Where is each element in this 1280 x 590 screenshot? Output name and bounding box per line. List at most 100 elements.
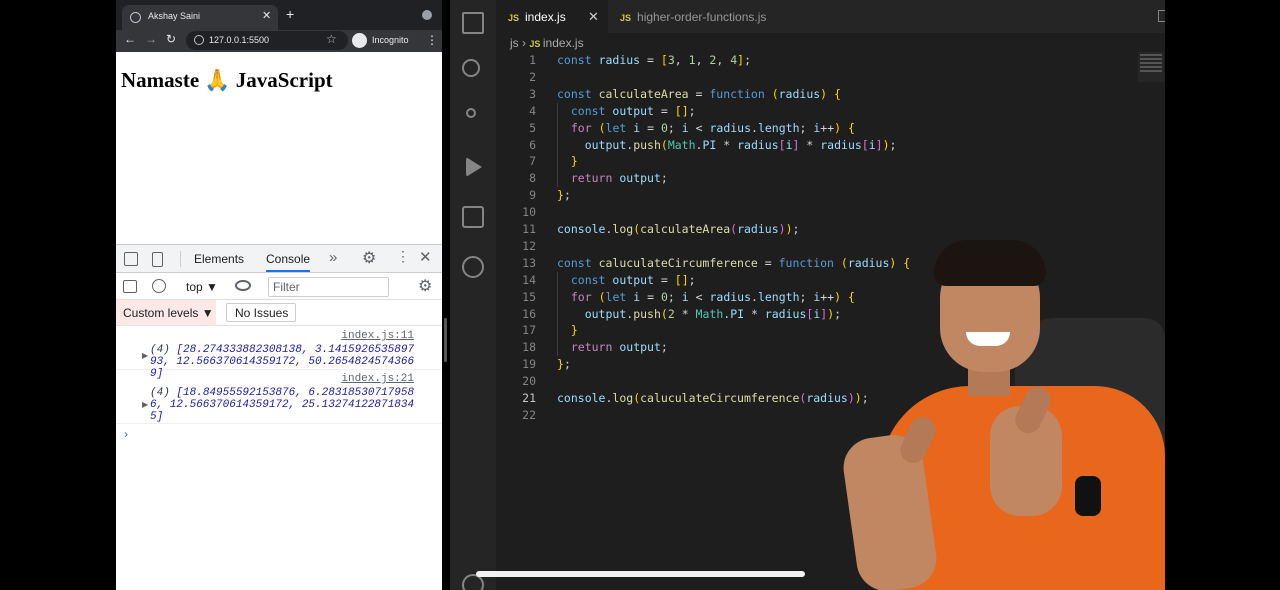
new-tab-icon[interactable]: +: [286, 6, 294, 22]
code-text: for (let i = 0; i < radius.length; i++) …: [570, 120, 855, 135]
expand-triangle-icon[interactable]: ▶: [142, 351, 148, 360]
hair-shape: [934, 240, 1046, 286]
resize-grip[interactable]: [444, 318, 447, 362]
code-line[interactable]: 4 const output = [];: [496, 103, 1165, 120]
array-count: (4): [150, 344, 170, 356]
globe-icon: [130, 12, 141, 23]
bookmark-star-icon[interactable]: ☆: [326, 32, 337, 46]
code-line[interactable]: 10: [496, 204, 1165, 221]
more-tabs-icon[interactable]: »: [329, 249, 337, 266]
array-values: [18.84955592153876, 6.283185307179586, 1…: [150, 387, 415, 423]
browser-tab[interactable]: Akshay Saini ✕: [122, 5, 278, 30]
breadcrumb-folder[interactable]: js: [510, 36, 519, 50]
console-settings-gear-icon[interactable]: ⚙: [418, 276, 432, 296]
code-line[interactable]: 8 return output;: [496, 170, 1165, 187]
console-message[interactable]: index.js:11 ▶ (4) [28.274333882308138, 3…: [116, 327, 442, 380]
explorer-icon[interactable]: [462, 12, 484, 34]
window-divider[interactable]: [442, 0, 450, 590]
js-file-icon: JS: [620, 13, 632, 23]
settings-gear-icon[interactable]: ⚙: [362, 248, 376, 268]
issues-button[interactable]: No Issues: [226, 303, 296, 322]
git-graph-icon[interactable]: [462, 256, 484, 278]
line-number: 11: [522, 222, 536, 236]
code-line[interactable]: 2: [496, 69, 1165, 86]
expand-triangle-icon[interactable]: ▶: [142, 400, 148, 409]
inspect-element-icon[interactable]: [124, 252, 138, 266]
line-number: 4: [529, 103, 536, 118]
line-number: 19: [522, 357, 536, 372]
browser-window: Akshay Saini ✕ + ← → ↻ 127.0.0.1:5500 ☆ …: [116, 0, 442, 590]
reload-icon[interactable]: ↻: [166, 32, 176, 46]
line-number: 2: [529, 69, 536, 84]
run-debug-icon[interactable]: [466, 157, 482, 177]
line-number: 5: [529, 120, 536, 135]
split-editor-icon[interactable]: [1158, 10, 1165, 22]
url-text: 127.0.0.1:5500: [209, 35, 270, 45]
line-number: 1: [529, 53, 536, 67]
message-source-link[interactable]: index.js:11: [341, 330, 414, 342]
close-tab-icon[interactable]: ✕: [262, 9, 271, 22]
code-text: const output = [];: [570, 272, 696, 287]
custom-levels-dropdown[interactable]: Custom levels ▼: [116, 300, 216, 325]
code-text: output.push(Math.PI * radius[i] * radius…: [584, 137, 897, 152]
message-source-link[interactable]: index.js:21: [341, 373, 414, 385]
browser-toolbar: ← → ↻ 127.0.0.1:5500 ☆ Incognito ⋮: [116, 30, 442, 52]
code-text: };: [557, 357, 571, 372]
message-body: (4) [18.84955592153876, 6.28318530717958…: [150, 387, 420, 423]
page-heading: Namaste 🙏 JavaScript: [121, 68, 333, 92]
context-selector[interactable]: top ▼: [186, 280, 218, 294]
source-control-icon[interactable]: [466, 108, 476, 118]
filter-input[interactable]: Filter: [268, 277, 389, 297]
devtools-panel: Elements Console » ⚙ ⋮ ✕ top ▼ Filter ⚙ …: [116, 244, 442, 590]
close-tab-icon[interactable]: ✕: [588, 9, 599, 25]
line-number: 7: [529, 154, 536, 169]
js-file-icon: JS: [529, 39, 543, 49]
code-line[interactable]: 1 const radius = [3, 1, 2, 4];: [496, 52, 1165, 69]
device-toolbar-icon[interactable]: [152, 252, 163, 267]
tab-search-icon[interactable]: [422, 10, 432, 20]
editor-tab-label: index.js: [525, 10, 566, 24]
live-expression-eye-icon[interactable]: [235, 280, 251, 291]
back-icon[interactable]: ←: [124, 32, 136, 46]
code-line[interactable]: 5 for (let i = 0; i < radius.length; i++…: [496, 120, 1165, 137]
line-number: 12: [522, 238, 536, 253]
line-number: 13: [522, 255, 536, 270]
breadcrumb-file[interactable]: index.js: [543, 36, 584, 50]
extensions-icon[interactable]: [462, 206, 484, 228]
line-number: 17: [522, 323, 536, 338]
code-text: }: [570, 154, 578, 169]
code-line[interactable]: 9};: [496, 187, 1165, 204]
forward-icon[interactable]: →: [145, 32, 157, 46]
search-icon[interactable]: [462, 59, 480, 77]
line-number: 18: [522, 340, 536, 355]
devtools-menu-icon[interactable]: ⋮: [396, 248, 410, 265]
watch-shape: [1075, 476, 1101, 516]
indent-guide: [557, 271, 558, 357]
console-prompt-chevron-icon[interactable]: ›: [124, 427, 128, 441]
close-devtools-icon[interactable]: ✕: [419, 248, 432, 266]
console-toolbar: top ▼ Filter ⚙: [116, 274, 442, 300]
tab-elements[interactable]: Elements: [194, 252, 244, 266]
clear-console-icon[interactable]: [152, 279, 166, 293]
tab-console[interactable]: Console: [266, 252, 311, 272]
js-file-icon: JS: [508, 13, 520, 23]
indent-guide: [557, 102, 558, 188]
code-text: };: [557, 188, 571, 203]
code-line[interactable]: 3 const calculateArea = function (radius)…: [496, 86, 1165, 103]
line-number: 20: [522, 374, 536, 389]
activity-bar: [450, 0, 496, 590]
editor-tab-label: higher-order-functions.js: [637, 10, 767, 24]
code-line[interactable]: 6 output.push(Math.PI * radius[i] * radi…: [496, 137, 1165, 154]
console-message[interactable]: index.js:21 ▶ (4) [18.84955592153876, 6.…: [116, 370, 442, 424]
line-number: 22: [522, 407, 536, 422]
editor-tab-index-js[interactable]: JS index.js ✕: [496, 0, 608, 33]
code-line[interactable]: 7 }: [496, 153, 1165, 170]
editor-tab-higher-order-functions[interactable]: JS higher-order-functions.js: [608, 0, 778, 33]
home-indicator[interactable]: [476, 571, 805, 577]
screen: Akshay Saini ✕ + ← → ↻ 127.0.0.1:5500 ☆ …: [0, 0, 1280, 590]
devtools-tab-bar: Elements Console » ⚙ ⋮ ✕: [116, 245, 442, 273]
site-info-icon[interactable]: [194, 35, 204, 45]
sidebar-toggle-icon[interactable]: [123, 280, 137, 293]
browser-menu-icon[interactable]: ⋮: [426, 33, 438, 47]
address-bar[interactable]: 127.0.0.1:5500 ☆: [186, 31, 348, 50]
